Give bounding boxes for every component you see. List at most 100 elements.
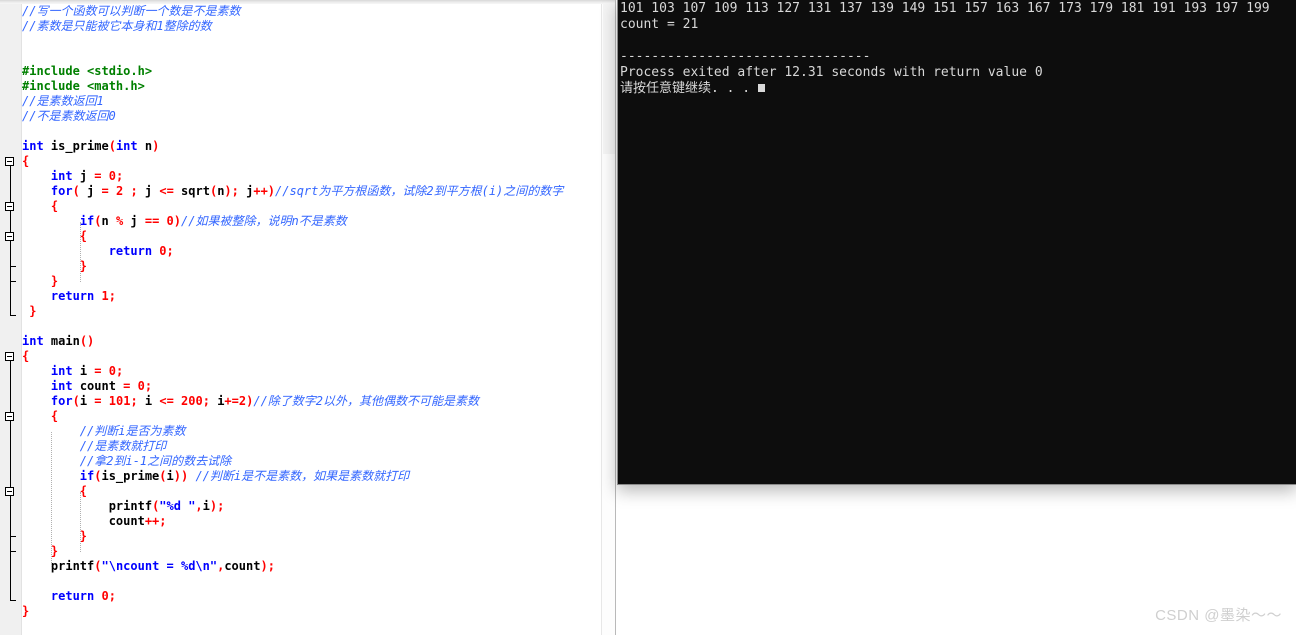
code-line[interactable]: //拿2到i-1之间的数去试除 [22,454,602,469]
fold-toggle-for-loop[interactable] [5,202,14,211]
code-line[interactable]: for(i = 101; i <= 200; i+=2)//除了数字2以外，其他… [22,394,602,409]
code-token-pre: #include <math.h> [22,79,145,93]
fold-toggle-main-if[interactable] [5,487,14,496]
code-token-fn: is_prime [101,469,160,483]
editor-vertical-scrollbar[interactable] [601,4,616,635]
fold-branch-tick [10,536,16,537]
code-token-fn [159,214,166,228]
code-token-com: //是素数就打印 [79,439,167,453]
code-line[interactable]: } [22,544,602,559]
code-line[interactable]: //是素数返回1 [22,94,602,109]
code-line[interactable]: int count = 0; [22,379,602,394]
code-token-punc: ( [72,394,80,408]
code-token-fn [130,379,137,393]
code-line[interactable] [22,124,602,139]
code-line[interactable]: //是素数就打印 [22,439,602,454]
indent-guide-main-if [80,492,81,552]
code-token-num: 0 [137,379,145,393]
code-line[interactable]: return 0; [22,589,602,604]
code-token-punc: , [195,499,203,513]
code-token-fn: main [43,334,80,348]
code-line[interactable]: int j = 0; [22,169,602,184]
code-line[interactable]: { [22,484,602,499]
fold-toggle-is-prime[interactable] [5,157,14,166]
code-token-fn: j [238,184,254,198]
code-token-com: //拿2到i-1之间的数去试除 [79,454,232,468]
fold-toggle-if-block[interactable] [5,232,14,241]
code-editor-pane[interactable]: //写一个函数可以判断一个数是不是素数//素数是只能被它本身和1整除的数 #in… [0,0,616,635]
code-token-kw: if [79,214,95,228]
code-token-punc: ) [260,559,268,573]
code-token-num: 1 [101,289,109,303]
code-line[interactable]: for( j = 2 ; j <= sqrt(n); j++)//sqrt为平方… [22,184,602,199]
code-line[interactable]: { [22,229,602,244]
code-token-fn: count [224,559,261,573]
code-line[interactable]: //判断i是否为素数 [22,424,602,439]
code-line[interactable]: } [22,274,602,289]
csdn-watermark: CSDN @墨染～～ [1155,607,1282,624]
code-line[interactable]: #include <math.h> [22,79,602,94]
code-token-punc: ; [115,169,124,183]
code-token-punc: ) [224,184,232,198]
code-line[interactable] [22,574,602,589]
code-line[interactable]: { [22,409,602,424]
code-line[interactable] [22,34,602,49]
code-token-fn: n [137,139,153,153]
code-text-area[interactable]: //写一个函数可以判断一个数是不是素数//素数是只能被它本身和1整除的数 #in… [22,4,602,635]
code-line[interactable] [22,49,602,64]
code-line[interactable]: printf("\ncount = %d\n",count); [22,559,602,574]
console-line: 请按任意键继续. . . [620,81,1270,97]
code-token-punc: )) [173,469,189,483]
code-line[interactable]: int main() [22,334,602,349]
code-line[interactable]: count++; [22,514,602,529]
code-line[interactable]: } [22,259,602,274]
code-line[interactable]: if(n % j == 0)//如果被整除，说明n不是素数 [22,214,602,229]
code-line[interactable] [22,319,602,334]
console-line: -------------------------------- [620,49,871,64]
code-folding-gutter[interactable] [0,4,22,635]
code-token-kw: int [50,364,73,378]
code-line[interactable]: { [22,154,602,169]
code-token-punc: ++) [253,184,276,198]
code-line[interactable]: //写一个函数可以判断一个数是不是素数 [22,4,602,19]
code-token-punc: () [79,334,95,348]
editor-scrollbar-thumb[interactable] [603,4,615,154]
code-line[interactable]: { [22,349,602,364]
code-line[interactable]: } [22,529,602,544]
console-window[interactable]: 101 103 107 109 113 127 131 137 139 149 … [617,0,1296,485]
code-token-fn: j [123,214,145,228]
code-token-fn: n [101,214,116,228]
code-line[interactable]: //不是素数返回0 [22,109,602,124]
code-line[interactable]: if(is_prime(i)) //判断i是不是素数，如果是素数就打印 [22,469,602,484]
code-line[interactable]: int i = 0; [22,364,602,379]
code-token-kw: int [50,169,73,183]
code-token-fn [102,364,109,378]
code-token-op: <= [159,394,174,408]
code-line[interactable]: { [22,199,602,214]
code-line[interactable]: } [22,604,602,619]
code-line[interactable]: return 0; [22,244,602,259]
code-token-kw: int [115,139,138,153]
code-line[interactable]: return 1; [22,289,602,304]
code-token-fn: i [166,469,174,483]
console-line: 101 103 107 109 113 127 131 137 139 149 … [620,1,1270,16]
code-line[interactable]: #include <stdio.h> [22,64,602,79]
code-line[interactable]: printf("%d ",i); [22,499,602,514]
editor-right-border [615,0,616,635]
code-token-fn [102,169,109,183]
fold-toggle-main-for[interactable] [5,412,14,421]
code-line[interactable]: //素数是只能被它本身和1整除的数 [22,19,602,34]
code-line[interactable]: int is_prime(int n) [22,139,602,154]
fold-toggle-main[interactable] [5,352,14,361]
code-token-fn [174,394,181,408]
code-token-punc: ; [108,289,116,303]
code-token-fn: i [202,499,210,513]
code-line[interactable]: } [22,304,602,319]
code-token-kw: return [50,589,95,603]
